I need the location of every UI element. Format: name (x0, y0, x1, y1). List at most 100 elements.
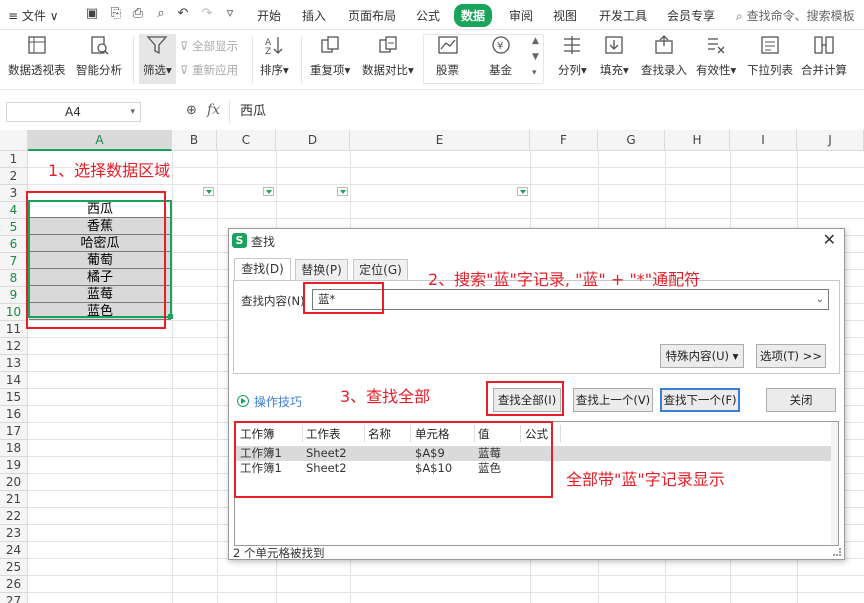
row-header[interactable]: 5 (0, 219, 28, 236)
close-icon[interactable]: ✕ (823, 230, 836, 249)
resize-grip-icon[interactable] (833, 548, 841, 556)
close-button[interactable]: 关闭 (766, 388, 836, 412)
row-header[interactable]: 17 (0, 423, 28, 440)
validity-button[interactable]: 有效性▾ (696, 34, 736, 78)
select-all-corner[interactable] (0, 130, 28, 151)
fill-handle[interactable] (168, 314, 173, 319)
zoom-formula-icon[interactable]: ⊕ (186, 103, 197, 118)
customize-icon[interactable]: ▿ (222, 6, 238, 22)
find-next-button[interactable]: 查找下一个(F) (660, 388, 740, 412)
tab-formula[interactable]: 公式 (416, 7, 440, 24)
find-content-input[interactable]: 蓝* ⌄ (312, 289, 829, 310)
data-compare-button[interactable]: 数据对比▾ (362, 34, 414, 78)
col-header-h[interactable]: H (665, 130, 730, 151)
row-header[interactable]: 21 (0, 491, 28, 508)
save-icon[interactable]: ▣ (84, 6, 100, 22)
row-header[interactable]: 12 (0, 338, 28, 355)
tips-link[interactable]: 操作技巧 (237, 393, 302, 410)
dropdown-list-button[interactable]: 下拉列表 (747, 34, 793, 78)
tab-review[interactable]: 审阅 (509, 7, 533, 24)
row-header[interactable]: 15 (0, 389, 28, 406)
row-header[interactable]: 3 (0, 185, 28, 202)
filter-dropdown-e[interactable] (517, 187, 528, 196)
filter-button[interactable]: 筛选▾ (139, 34, 176, 84)
tab-replace[interactable]: 替换(P) (295, 259, 348, 280)
col-header-f[interactable]: F (530, 130, 598, 151)
tab-page-layout[interactable]: 页面布局 (348, 7, 396, 24)
col-header-b[interactable]: B (172, 130, 217, 151)
stock-button[interactable]: 股票 (436, 34, 459, 78)
row-header[interactable]: 6 (0, 236, 28, 253)
merge-calc-button[interactable]: 合并计算 (801, 34, 847, 78)
name-box[interactable]: A4 ▾ (6, 102, 141, 122)
gallery-scroll-up-icon[interactable]: ▲ (532, 36, 539, 46)
formula-input[interactable]: 西瓜 (229, 101, 859, 123)
row-header[interactable]: 22 (0, 508, 28, 525)
row-header[interactable]: 18 (0, 440, 28, 457)
tab-home[interactable]: 开始 (257, 7, 281, 24)
tab-find[interactable]: 查找(D) (234, 258, 291, 281)
results-scrollbar[interactable] (831, 422, 838, 545)
col-header-i[interactable]: I (730, 130, 797, 151)
filter-dropdown-d[interactable] (337, 187, 348, 196)
row-header[interactable]: 2 (0, 168, 28, 185)
row-header[interactable]: 11 (0, 321, 28, 338)
fund-button[interactable]: ¥ 基金 (489, 34, 512, 78)
print-preview-icon[interactable]: ⌕ (153, 6, 169, 22)
col-header-g[interactable]: G (598, 130, 665, 151)
row-header[interactable]: 7 (0, 253, 28, 270)
row-header[interactable]: 19 (0, 457, 28, 474)
insert-function-icon[interactable]: fx (207, 102, 220, 118)
print-icon[interactable]: ⎙ (130, 6, 146, 22)
lookup-entry-button[interactable]: 查找录入 (641, 34, 687, 78)
fill-button[interactable]: 填充▾ (600, 34, 629, 78)
options-button[interactable]: 选项(T) >> (756, 344, 826, 368)
row-header[interactable]: 24 (0, 542, 28, 559)
play-icon (237, 395, 249, 407)
split-column-button[interactable]: 分列▾ (558, 34, 587, 78)
command-search[interactable]: ⌕ 查找命令、搜索模板 (736, 7, 855, 24)
export-pdf-icon[interactable]: ⎘ (108, 6, 124, 22)
tab-view[interactable]: 视图 (553, 7, 577, 24)
tab-goto[interactable]: 定位(G) (353, 259, 408, 280)
special-content-button[interactable]: 特殊内容(U) ▾ (660, 344, 744, 368)
smart-analysis-button[interactable]: 智能分析 (76, 34, 122, 78)
row-header[interactable]: 8 (0, 270, 28, 287)
row-header[interactable]: 14 (0, 372, 28, 389)
col-header-c[interactable]: C (217, 130, 276, 151)
row-header[interactable]: 25 (0, 559, 28, 576)
pivot-table-button[interactable]: 数据透视表 (8, 34, 66, 78)
find-previous-button[interactable]: 查找上一个(V) (573, 388, 653, 412)
col-header-a[interactable]: A (28, 130, 172, 151)
row-header[interactable]: 4 (0, 202, 28, 219)
gallery-expand-icon[interactable]: ▾ (532, 68, 537, 78)
row-header[interactable]: 13 (0, 355, 28, 372)
file-menu[interactable]: ≡ 文件 ∨ (8, 7, 59, 24)
tab-data[interactable]: 数据 (454, 4, 493, 27)
col-header-j[interactable]: J (797, 130, 864, 151)
tab-insert[interactable]: 插入 (302, 7, 326, 24)
row-header[interactable]: 16 (0, 406, 28, 423)
row-header[interactable]: 20 (0, 474, 28, 491)
duplicates-button[interactable]: 重复项▾ (310, 34, 350, 78)
row-header[interactable]: 27 (0, 593, 28, 603)
redo-icon[interactable]: ↷ (199, 6, 215, 22)
row-header[interactable]: 1 (0, 151, 28, 168)
row-header[interactable]: 23 (0, 525, 28, 542)
undo-icon[interactable]: ↶ (175, 6, 191, 22)
filter-dropdown-b[interactable] (203, 187, 214, 196)
filter-dropdown-c[interactable] (263, 187, 274, 196)
reapply-icon: ⊽ (180, 63, 193, 77)
row-header[interactable]: 26 (0, 576, 28, 593)
col-header-d[interactable]: D (276, 130, 350, 151)
show-all-button[interactable]: ⊽ 全部显示 (180, 38, 238, 54)
tab-developer[interactable]: 开发工具 (599, 7, 647, 24)
row-header[interactable]: 10 (0, 304, 28, 321)
reapply-button[interactable]: ⊽ 重新应用 (180, 62, 238, 78)
tab-member[interactable]: 会员专享 (667, 7, 715, 24)
gallery-scroll-down-icon[interactable]: ▼ (532, 52, 539, 62)
col-header-e[interactable]: E (350, 130, 530, 151)
sort-button[interactable]: AZ 排序▾ (260, 34, 289, 78)
row-header[interactable]: 9 (0, 287, 28, 304)
chevron-down-icon[interactable]: ⌄ (816, 290, 824, 309)
